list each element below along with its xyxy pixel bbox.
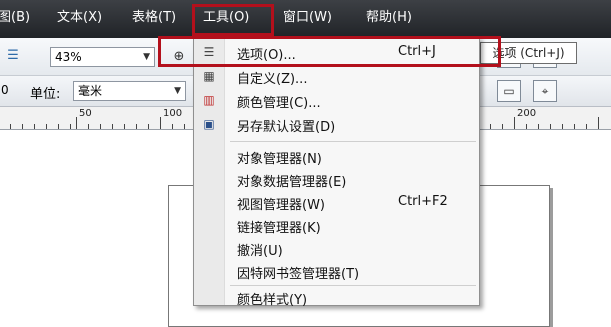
menu-item-object-manager[interactable]: 对象管理器(N) xyxy=(194,145,479,167)
ruler-tick xyxy=(100,124,101,129)
chevron-down-icon: ▼ xyxy=(174,86,181,96)
units-label: 单位: xyxy=(30,87,61,102)
customize-icon: ▦ xyxy=(203,69,215,83)
menu-item-label: 自定义(Z)... xyxy=(237,72,308,87)
tools-dropdown-menu: ☰ 选项(O)... Ctrl+J ▦ 自定义(Z)... ▥ 颜色管理(C).… xyxy=(193,37,480,308)
ruler-tick xyxy=(58,124,59,129)
zoom-level-select[interactable]: 43% ▼ xyxy=(50,47,155,67)
ruler-tick xyxy=(136,124,137,129)
menu-item-label: 视图管理器(W) xyxy=(237,198,325,213)
ruler-tick xyxy=(586,124,587,129)
align-icon[interactable]: ☰ xyxy=(2,46,24,66)
ruler-tick xyxy=(124,124,125,129)
menu-item-link-manager[interactable]: 链接管理器(K) xyxy=(194,214,479,236)
ruler-tick xyxy=(10,124,11,129)
ruler-label: 200 xyxy=(517,108,537,119)
menu-item-label: 颜色管理(C)... xyxy=(237,96,321,111)
ruler-tick xyxy=(172,124,173,129)
treat-as-filled-button[interactable]: ▭ xyxy=(497,80,521,102)
menu-item-label: 颜色样式(Y) xyxy=(237,293,308,308)
ruler-tick xyxy=(148,124,149,129)
menu-item-label: 链接管理器(K) xyxy=(237,221,321,236)
menu-table[interactable]: 表格(T) xyxy=(132,6,176,30)
ruler-tick xyxy=(22,124,23,129)
ruler-tick xyxy=(526,124,527,129)
chevron-down-icon: ▼ xyxy=(143,52,150,62)
menu-window[interactable]: 窗口(W) xyxy=(283,6,332,30)
ruler-tick xyxy=(112,124,113,129)
tools-menu-highlight-box xyxy=(192,4,274,36)
units-value: 毫米 xyxy=(78,84,103,98)
menu-item-label: 撤消(U) xyxy=(237,244,283,259)
ruler-label: 100 xyxy=(163,108,183,119)
ruler-label: 50 xyxy=(79,108,92,119)
menu-item-view-manager[interactable]: 视图管理器(W) Ctrl+F2 xyxy=(194,191,479,213)
menu-item-color-styles[interactable]: 颜色样式(Y) xyxy=(194,286,479,308)
menu-layout[interactable]: 图(B) xyxy=(0,6,30,30)
ruler-tick xyxy=(598,117,599,129)
units-select[interactable]: 毫米 ▼ xyxy=(73,81,186,101)
menu-item-shortcut: Ctrl+F2 xyxy=(398,194,448,209)
menu-item-save-defaults[interactable]: ▣ 另存默认设置(D) xyxy=(194,113,479,135)
menu-item-color-management[interactable]: ▥ 颜色管理(C)... xyxy=(194,89,479,111)
menu-item-customize[interactable]: ▦ 自定义(Z)... xyxy=(194,65,479,87)
ruler-tick xyxy=(184,124,185,129)
menu-item-undo[interactable]: 撤消(U) xyxy=(194,237,479,259)
options-item-highlight-box xyxy=(158,36,501,67)
ruler-tick xyxy=(46,124,47,129)
ruler-tick xyxy=(160,117,161,129)
ruler-tick xyxy=(550,124,551,129)
menu-bar: 图(B) 文本(X) 表格(T) 工具(O) 窗口(W) 帮助(H) xyxy=(0,0,611,38)
menu-item-label: 另存默认设置(D) xyxy=(237,120,336,135)
ruler-tick xyxy=(88,124,89,129)
zoom-level-value: 43% xyxy=(55,50,82,64)
menu-item-internet-bookmark-manager[interactable]: 因特网书签管理器(T) xyxy=(194,260,479,282)
ruler-tick xyxy=(76,117,77,129)
menu-item-label: 对象数据管理器(E) xyxy=(237,175,347,190)
ruler-tick xyxy=(514,117,515,129)
ruler-tick xyxy=(562,124,563,129)
ruler-tick xyxy=(34,124,35,129)
ruler-tick xyxy=(538,124,539,129)
snap-objects-button[interactable]: ⌖ xyxy=(533,80,557,102)
ruler-tick xyxy=(490,124,491,129)
menu-help[interactable]: 帮助(H) xyxy=(366,6,412,30)
menu-text[interactable]: 文本(X) xyxy=(57,6,102,30)
save-defaults-icon: ▣ xyxy=(203,117,215,131)
menu-item-label: 因特网书签管理器(T) xyxy=(237,267,360,282)
ruler-tick xyxy=(574,124,575,129)
ruler-tick xyxy=(70,124,71,129)
menu-item-label: 对象管理器(N) xyxy=(237,152,322,167)
menu-item-object-data-manager[interactable]: 对象数据管理器(E) xyxy=(194,168,479,190)
partial-label: 0 xyxy=(1,83,9,97)
color-management-icon: ▥ xyxy=(203,93,215,107)
menu-separator xyxy=(230,141,476,142)
ruler-tick xyxy=(502,124,503,129)
